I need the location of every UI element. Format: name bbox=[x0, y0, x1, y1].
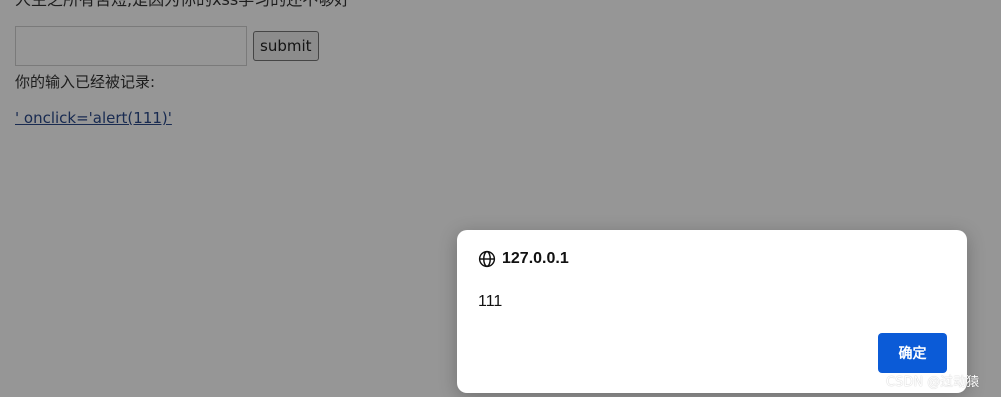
ok-button[interactable]: 确定 bbox=[878, 333, 947, 373]
dialog-message: 111 bbox=[478, 293, 503, 310]
dialog-origin: 127.0.0.1 bbox=[502, 250, 569, 267]
dialog-header: 127.0.0.1 bbox=[478, 250, 569, 268]
alert-dialog: 127.0.0.1 111 确定 bbox=[457, 230, 967, 393]
globe-icon bbox=[478, 250, 496, 268]
watermark: CSDN @过动猿 bbox=[886, 375, 980, 390]
